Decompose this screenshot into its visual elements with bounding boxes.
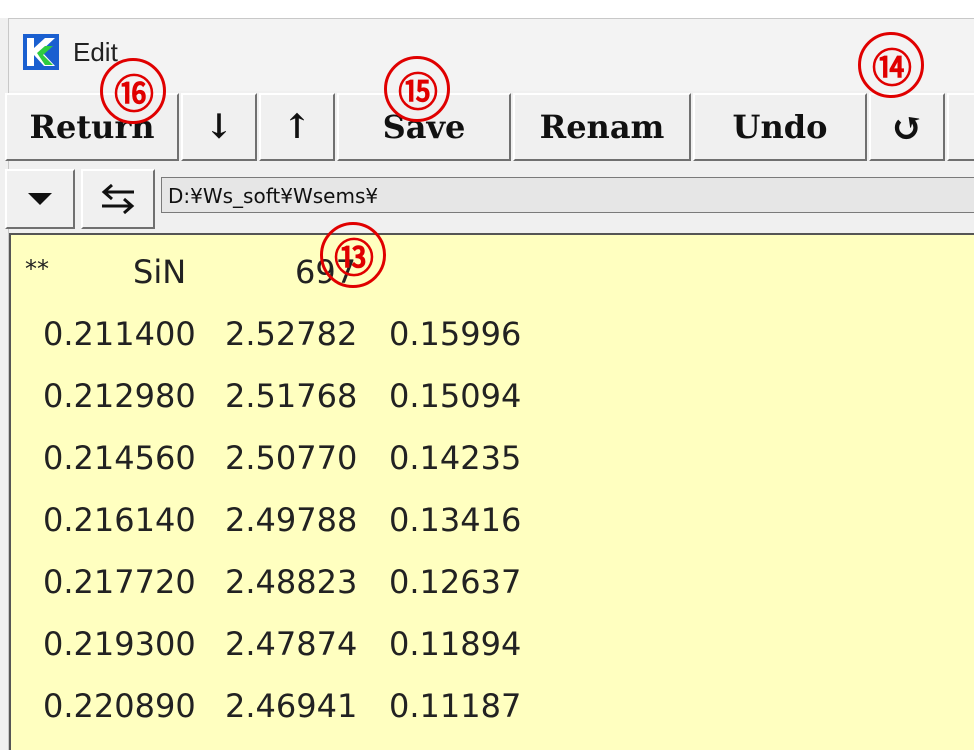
table-row: 0.217720 2.48823 0.12637 [11,563,971,613]
n-cell: 2.51768 [225,377,358,415]
wavelength-cell: 0.219300 [43,625,196,663]
n-cell: 2.52782 [225,315,358,353]
table-row: 0.219300 2.47874 0.11894 [11,625,971,675]
path-input[interactable] [161,177,974,213]
annotation-16: ⑯ [100,58,166,124]
editor-header-row: ** SiN 697 [11,253,971,303]
undo-button[interactable]: Undo [693,93,867,161]
table-row: 0.214560 2.50770 0.14235 [11,439,971,489]
k-cell: 0.11187 [389,687,522,725]
annotation-13: ⑬ [320,222,386,288]
table-row: 0.211400 2.52782 0.15996 [11,315,971,365]
wavelength-cell: 0.212980 [43,377,196,415]
wavelength-cell: 0.220890 [43,687,196,725]
desktop-strip [0,0,974,18]
n-cell: 2.48823 [225,563,358,601]
table-row: 0.212980 2.51768 0.15094 [11,377,971,427]
rename-button[interactable]: Renam [513,93,691,161]
triangle-down-icon [28,193,52,205]
table-row: 0.216140 2.49788 0.13416 [11,501,971,551]
k-cell: 0.12637 [389,563,522,601]
swap-button[interactable] [81,169,155,229]
wavelength-cell: 0.214560 [43,439,196,477]
n-cell: 2.47874 [225,625,358,663]
k-cell: 0.14235 [389,439,522,477]
app-logo-icon [23,34,59,70]
text-editor[interactable]: ** SiN 697 0.211400 2.52782 0.15996 0.21… [9,233,974,750]
toolbar-overflow-button[interactable] [947,93,974,161]
material-name: SiN [133,253,187,291]
wavelength-cell: 0.216140 [43,501,196,539]
n-cell: 2.46941 [225,687,358,725]
wavelength-cell: 0.211400 [43,315,196,353]
k-cell: 0.15996 [389,315,522,353]
wavelength-cell: 0.217720 [43,563,196,601]
n-cell: 2.49788 [225,501,358,539]
path-toolbar [5,169,974,231]
edit-window: Edit Return ↓ ↑ Save Renam Undo ↺ ** [5,18,974,750]
k-cell: 0.11894 [389,625,522,663]
k-cell: 0.15094 [389,377,522,415]
k-cell: 0.13416 [389,501,522,539]
annotation-15: ⑮ [384,56,450,122]
table-row: 0.220890 2.46941 0.11187 [11,687,971,737]
dropdown-button[interactable] [5,169,75,229]
swap-arrows-icon [101,183,135,215]
marker-text: ** [25,255,49,283]
refresh-button[interactable]: ↺ [869,93,945,161]
move-up-button[interactable]: ↑ [259,93,335,161]
n-cell: 2.50770 [225,439,358,477]
annotation-14: ⑭ [858,32,924,98]
move-down-button[interactable]: ↓ [181,93,257,161]
window-title: Edit [73,37,118,67]
